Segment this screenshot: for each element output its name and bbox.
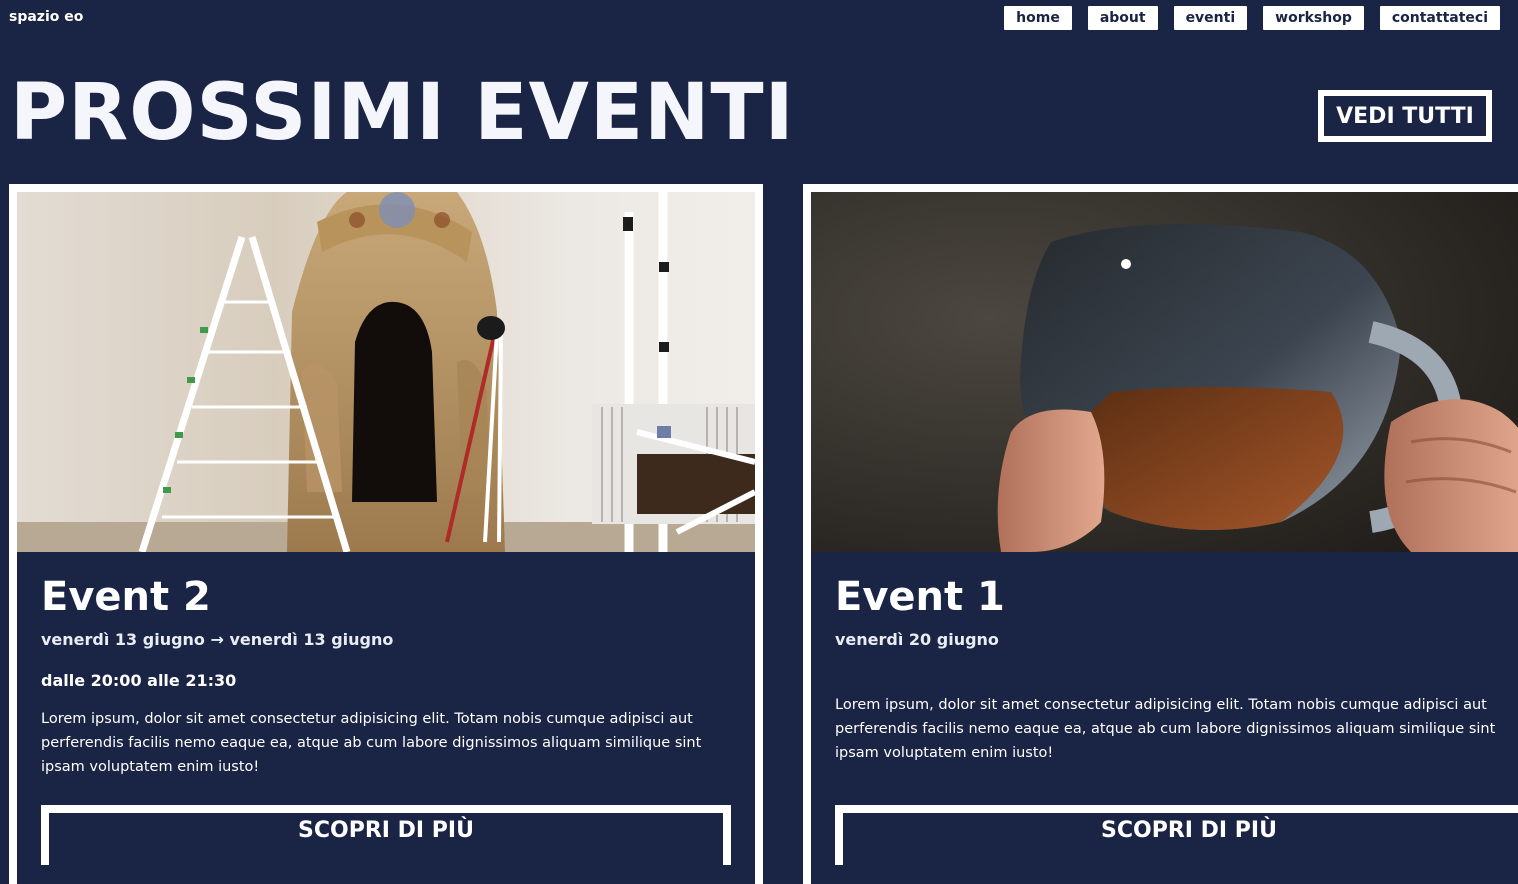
event-card: Event 2 venerdì 13 giugno → venerdì 13 g…	[9, 184, 763, 884]
event-details: Event 2 venerdì 13 giugno → venerdì 13 g…	[41, 572, 731, 779]
event-dates: venerdì 20 giugno	[835, 630, 999, 649]
nav-home[interactable]: home	[1004, 6, 1072, 30]
discover-more-button[interactable]: SCOPRI DI PIÙ	[835, 805, 1518, 865]
nav-about[interactable]: about	[1087, 6, 1158, 30]
event-dates: venerdì 13 giugno → venerdì 13 giugno	[41, 630, 394, 649]
site-logo[interactable]: spazio eo	[9, 9, 83, 25]
nav-eventi[interactable]: eventi	[1173, 6, 1248, 30]
event-image[interactable]	[17, 192, 755, 552]
nav-workshop[interactable]: workshop	[1263, 6, 1364, 30]
event-description: Lorem ipsum, dolor sit amet consectetur …	[835, 697, 1496, 761]
event-time: dalle 20:00 alle 21:30	[41, 671, 237, 690]
see-all-button[interactable]: VEDI TUTTI	[1318, 90, 1492, 142]
event-photo-restoration	[17, 192, 755, 552]
page-title: PROSSIMI EVENTI	[10, 68, 795, 158]
discover-more-label: SCOPRI DI PIÙ	[298, 818, 474, 843]
discover-more-label: SCOPRI DI PIÙ	[1101, 818, 1277, 843]
nav-contattateci[interactable]: contattateci	[1379, 6, 1500, 30]
event-description: Lorem ipsum, dolor sit amet consectetur …	[41, 711, 702, 775]
event-photo-ceramic-cup	[811, 192, 1518, 552]
event-details: Event 1 venerdì 20 giugno Lorem ipsum, d…	[835, 572, 1510, 765]
discover-more-button[interactable]: SCOPRI DI PIÙ	[41, 805, 731, 865]
main-nav: home about eventi workshop contattateci	[1004, 6, 1500, 30]
top-bar: spazio eo home about eventi workshop con…	[0, 0, 1518, 36]
event-card: Event 1 venerdì 20 giugno Lorem ipsum, d…	[803, 184, 1518, 884]
event-title[interactable]: Event 1	[835, 572, 1510, 622]
event-title[interactable]: Event 2	[41, 572, 731, 622]
event-image[interactable]	[811, 192, 1518, 552]
